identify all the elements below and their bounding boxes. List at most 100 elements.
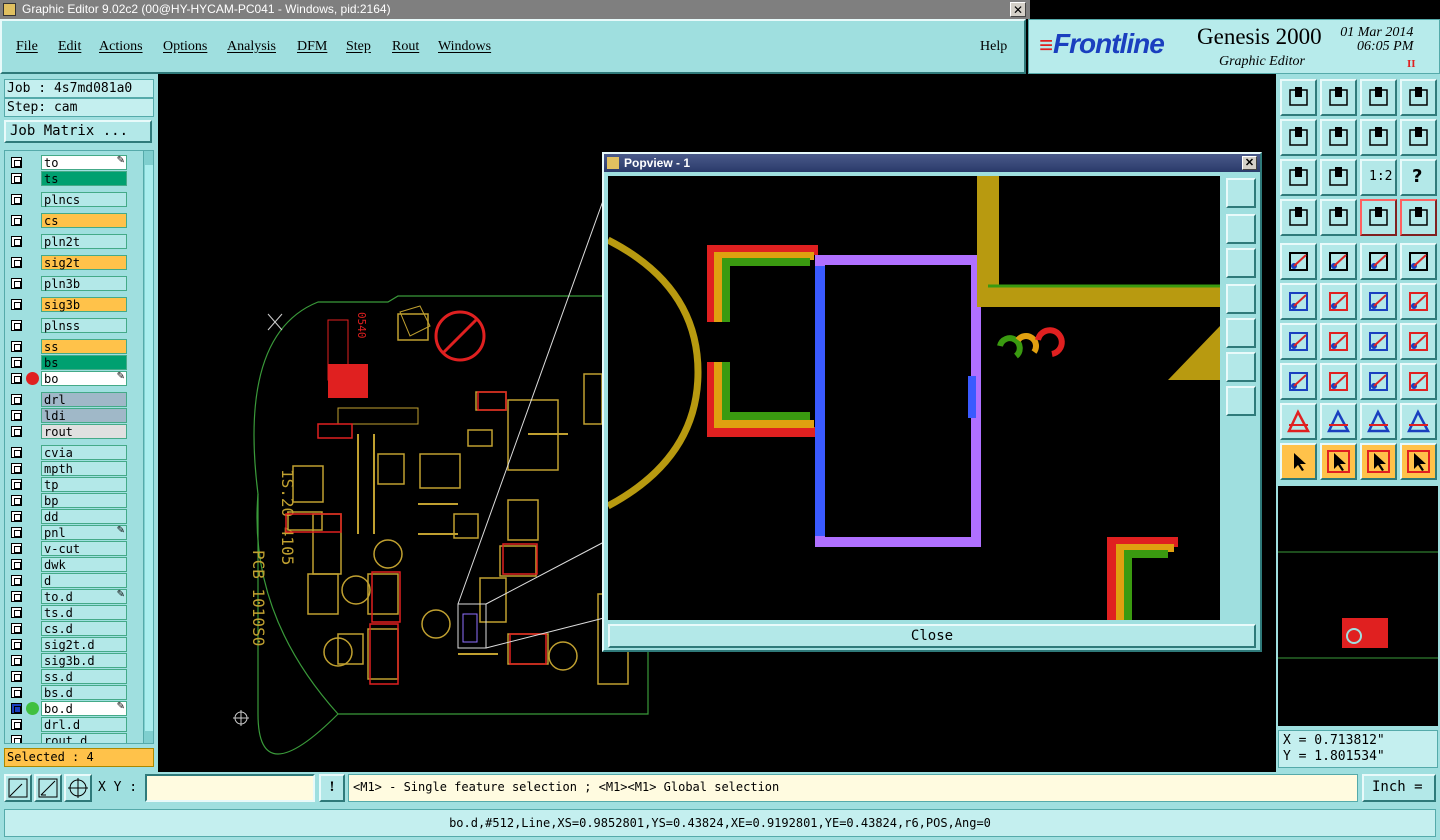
layer-checkbox[interactable] [11,639,22,650]
layer-checkbox[interactable] [11,527,22,538]
layer-row-sig2t[interactable]: sig2t [5,255,129,270]
layer-row-sig3b[interactable]: sig3b [5,297,129,312]
home-icon[interactable] [1360,79,1397,116]
layer-name[interactable]: pnl [41,525,127,540]
settings-icon[interactable] [1280,199,1317,236]
layer-checkbox[interactable] [11,735,22,743]
popview-canvas[interactable] [608,176,1220,620]
grid-icon[interactable] [1320,199,1357,236]
layer-checkbox[interactable] [11,463,22,474]
layer-checkbox[interactable] [11,320,22,331]
window-layout-icon[interactable] [1400,79,1437,116]
measure-d-icon[interactable] [1400,403,1437,440]
layer-name[interactable]: drl.d [41,717,127,732]
layer-checkbox[interactable] [11,607,22,618]
select-box-icon[interactable] [1400,243,1437,280]
layer-checkbox[interactable] [11,511,22,522]
layer-row-mpth[interactable]: mpth [5,461,129,476]
layer-checkbox[interactable] [11,479,22,490]
layer-checkbox[interactable] [11,215,22,226]
layer-name[interactable]: pln3b [41,276,127,291]
layer-name[interactable]: drl [41,392,127,407]
layer-row-to[interactable]: to ✎ [5,155,129,170]
layer-row-drl[interactable]: drl [5,392,129,407]
layer-name[interactable]: sig2t.d [41,637,127,652]
menu-rout[interactable]: Rout [392,39,419,55]
layer-row-ts-d[interactable]: ts.d [5,605,129,620]
layer-checkbox[interactable] [11,623,22,634]
layer-name[interactable]: to.d [41,589,127,604]
layer-name[interactable]: sig3b [41,297,127,312]
save-icon[interactable] [1320,79,1357,116]
zoom-center-icon[interactable] [1320,159,1357,196]
layer-scrollbar[interactable] [143,151,153,743]
layer-row-plncs[interactable]: plncs [5,192,129,207]
scrollbar-thumb[interactable] [145,165,153,731]
menu-file[interactable]: File [16,39,38,55]
measure-c-icon[interactable] [1360,403,1397,440]
layer-checkbox[interactable] [11,194,22,205]
layer-row-rout-d[interactable]: rout.d [5,733,129,743]
layer-checkbox[interactable] [11,173,22,184]
layer-row-cs-d[interactable]: cs.d [5,621,129,636]
layer-row-dd[interactable]: dd [5,509,129,524]
layer-row-cvia[interactable]: cvia [5,445,129,460]
alert-button[interactable]: ! [319,774,345,802]
open-job-icon[interactable] [1280,79,1317,116]
layer-name[interactable]: bo.d [41,701,127,716]
resize-icon[interactable] [1360,363,1397,400]
layer-row-dwk[interactable]: dwk [5,557,129,572]
popview-pan-right-icon[interactable] [1226,318,1256,348]
layer-checkbox[interactable] [11,410,22,421]
layer-name[interactable]: tp [41,477,127,492]
layer-name[interactable]: ts [41,171,127,186]
layer-name[interactable]: bp [41,493,127,508]
close-icon[interactable]: ✕ [1010,2,1026,17]
layer-checkbox[interactable] [11,575,22,586]
copy-icon[interactable] [1400,283,1437,320]
layer-row-pln3b[interactable]: pln3b [5,276,129,291]
layer-name[interactable]: d [41,573,127,588]
layer-row-drl-d[interactable]: drl.d [5,717,129,732]
layer-name[interactable]: plncs [41,192,127,207]
layer-checkbox[interactable] [11,591,22,602]
layer-colors-icon[interactable] [1360,199,1397,236]
layer-checkbox[interactable] [11,373,22,384]
ruler-icon[interactable] [1360,243,1397,280]
layer-name[interactable]: ldi [41,408,127,423]
popview-zoom-out-icon[interactable] [1226,352,1256,382]
popview-window[interactable]: Popview - 1 ✕ Close [602,152,1262,652]
menu-help[interactable]: Help [980,39,1007,55]
overview-map[interactable] [1278,486,1438,726]
layer-checkbox[interactable] [11,687,22,698]
grid-snap-icon[interactable] [64,774,92,802]
measure-b-icon[interactable] [1320,403,1357,440]
pointer-select-icon[interactable] [1360,443,1397,480]
rotate-icon[interactable] [1360,323,1397,360]
layer-row-bo[interactable]: bo ✎ [5,371,129,386]
layer-row-to-d[interactable]: to.d ✎ [5,589,129,604]
pause-icon[interactable]: II [1407,58,1416,70]
ratio-icon[interactable]: 1:2 [1360,159,1397,196]
layer-name[interactable]: dwk [41,557,127,572]
layer-name[interactable]: bo [41,371,127,386]
split-icon[interactable] [1320,363,1357,400]
add-line-icon[interactable] [1320,243,1357,280]
layer-row-plnss[interactable]: plnss [5,318,129,333]
xy-input[interactable] [145,774,315,802]
layer-checkbox[interactable] [11,357,22,368]
layer-name[interactable]: ss.d [41,669,127,684]
layer-name[interactable]: sig3b.d [41,653,127,668]
layer-checkbox[interactable] [11,543,22,554]
layer-name[interactable]: to [41,155,127,170]
layer-row-bs[interactable]: bs [5,355,129,370]
measure-a-icon[interactable] [1280,403,1317,440]
layer-checkbox[interactable] [11,257,22,268]
layer-name[interactable]: bs.d [41,685,127,700]
redo-icon[interactable] [1400,119,1437,156]
pointer-icon[interactable] [1280,443,1317,480]
popview-titlebar[interactable]: Popview - 1 ✕ [604,154,1260,172]
layer-checkbox[interactable] [11,719,22,730]
layer-name[interactable]: plnss [41,318,127,333]
popview-close-button[interactable]: Close [608,624,1256,648]
